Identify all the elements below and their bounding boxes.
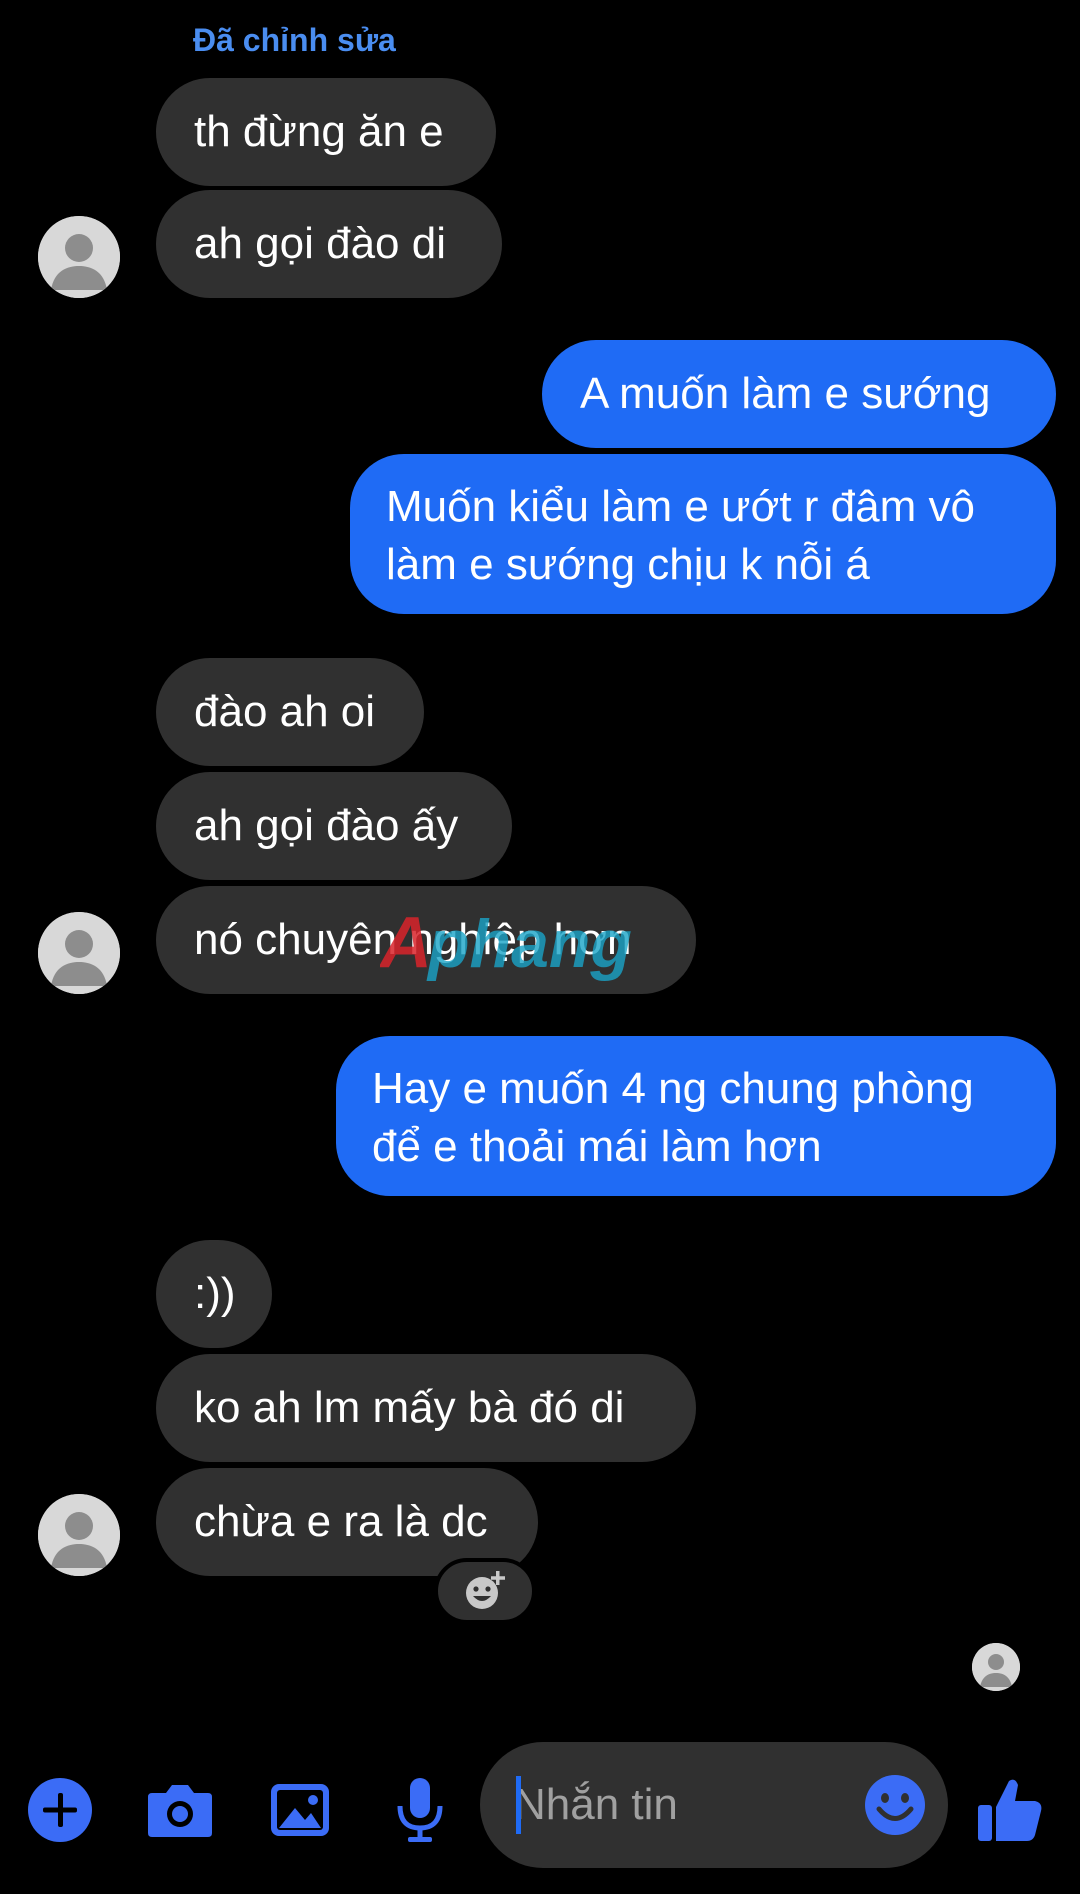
image-icon [271, 1784, 329, 1836]
message-line: để e thoải mái làm hơn [372, 1122, 822, 1171]
message-composer[interactable] [480, 1742, 948, 1868]
incoming-message[interactable]: ah gọi đào ấy [156, 772, 512, 880]
camera-icon [148, 1785, 212, 1837]
message-line: Hay e muốn 4 ng chung phòng [372, 1064, 974, 1113]
contact-avatar[interactable] [38, 912, 120, 994]
contact-avatar[interactable] [38, 216, 120, 298]
person-icon [38, 912, 120, 994]
outgoing-message[interactable]: A muốn làm e sướng [542, 340, 1056, 448]
outgoing-message[interactable]: Hay e muốn 4 ng chung phòng để e thoải m… [336, 1036, 1056, 1196]
like-send-button[interactable] [970, 1770, 1050, 1850]
add-reaction-icon [466, 1571, 505, 1609]
contact-avatar[interactable] [38, 1494, 120, 1576]
more-actions-button[interactable] [24, 1774, 96, 1846]
composer-bar [0, 1740, 1080, 1870]
incoming-message[interactable]: ah gọi đào di [156, 190, 502, 298]
gallery-button[interactable] [264, 1774, 336, 1846]
text-caret [516, 1776, 521, 1834]
outgoing-message[interactable]: Muốn kiểu làm e ướt r đâm vô làm e sướng… [350, 454, 1056, 614]
emoji-button[interactable] [864, 1774, 926, 1836]
message-line: làm e sướng chịu k nỗi á [386, 540, 870, 589]
incoming-message[interactable]: nó chuyên nghiệp hơn [156, 886, 696, 994]
seen-avatar [972, 1643, 1020, 1691]
incoming-message[interactable]: ko ah lm mấy bà đó di [156, 1354, 696, 1462]
camera-button[interactable] [144, 1774, 216, 1846]
message-input[interactable] [514, 1742, 834, 1868]
thumbs-up-icon [978, 1779, 1042, 1841]
person-icon [972, 1643, 1020, 1691]
edited-label: Đã chỉnh sửa [193, 22, 396, 58]
emoji-icon [865, 1775, 925, 1835]
microphone-icon [397, 1778, 443, 1842]
incoming-message[interactable]: :)) [156, 1240, 272, 1348]
person-icon [38, 216, 120, 298]
voice-button[interactable] [384, 1774, 456, 1846]
add-reaction-button[interactable] [434, 1558, 536, 1624]
incoming-message[interactable]: đào ah oi [156, 658, 424, 766]
message-line: Muốn kiểu làm e ướt r đâm vô [386, 482, 975, 531]
incoming-message[interactable]: th đừng ăn e [156, 78, 496, 186]
plus-icon [28, 1778, 92, 1842]
person-icon [38, 1494, 120, 1576]
